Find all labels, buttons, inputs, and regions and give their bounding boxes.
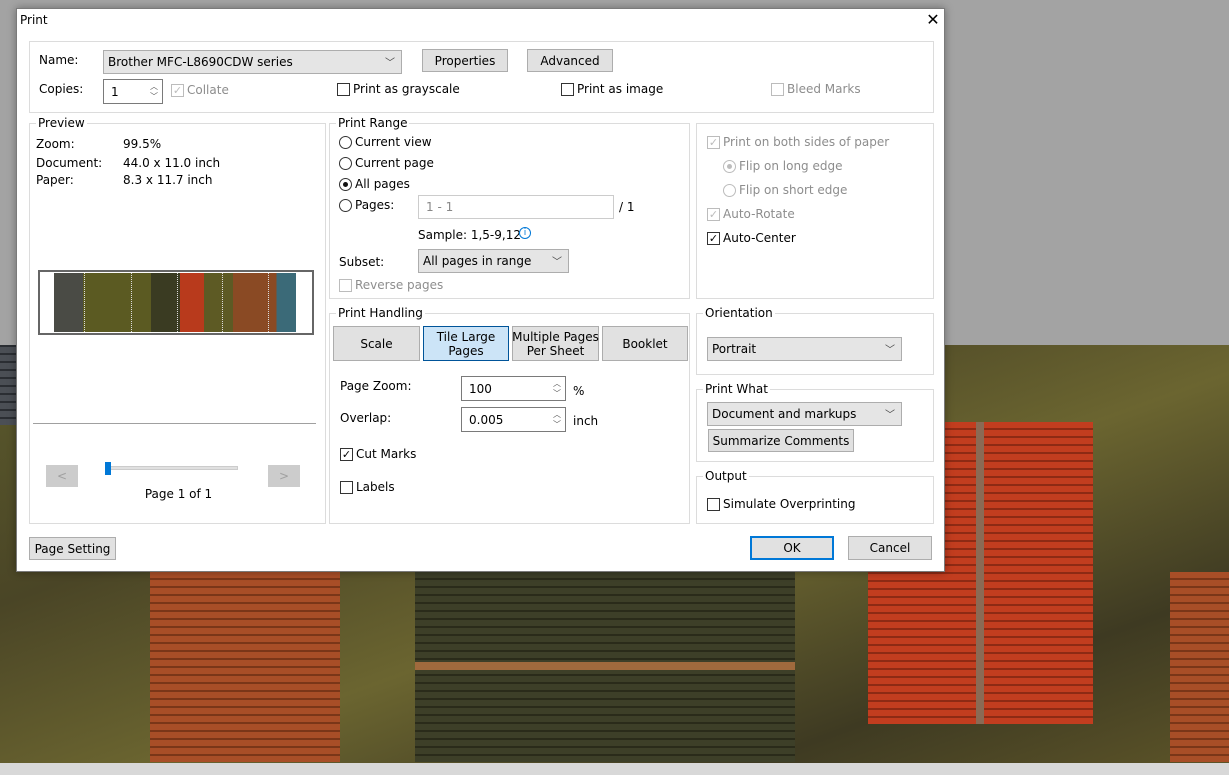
chevron-down-icon: ﹀ [885,341,895,356]
printer-value: Brother MFC-L8690CDW series [108,55,293,69]
print-what-group: Print What Document and markups﹀ Summari… [696,389,934,462]
prev-page-button[interactable]: < [46,465,78,487]
copies-label: Copies: [39,82,83,96]
print-range-group: Print Range Current view Current page Al… [329,123,690,299]
print-handling-legend: Print Handling [336,306,425,320]
output-legend: Output [703,469,749,483]
status-bar [0,763,1229,775]
background-roof [150,572,340,762]
name-label: Name: [39,53,78,67]
chevron-down-icon: ﹀ [552,253,562,268]
spin-arrows-icon[interactable]: ︿﹀ [148,81,160,102]
spin-arrows-icon[interactable]: ︿﹀ [551,378,563,399]
orientation-group: Orientation Portrait﹀ [696,313,934,375]
grayscale-checkbox[interactable]: Print as grayscale [337,82,460,96]
properties-button[interactable]: Properties [422,49,508,72]
overlap-stepper[interactable]: 0.005︿﹀ [461,407,566,432]
cancel-button[interactable]: Cancel [848,536,932,560]
both-sides-checkbox[interactable]: ✓Print on both sides of paper [707,135,889,149]
zoom-value: 99.5% [123,137,161,151]
tab-scale[interactable]: Scale [333,326,420,361]
document-label: Document: [36,156,102,170]
overlap-unit: inch [573,414,598,428]
auto-rotate-checkbox[interactable]: ✓Auto-Rotate [707,207,795,221]
cut-marks-checkbox[interactable]: ✓Cut Marks [340,447,416,461]
output-group: Output Simulate Overprinting [696,476,934,524]
preview-legend: Preview [36,116,87,130]
next-page-button[interactable]: > [268,465,300,487]
copies-stepper[interactable]: 1 ︿﹀ [103,79,163,104]
subset-select[interactable]: All pages in range ﹀ [418,249,569,273]
divider [33,423,316,424]
tab-booklet[interactable]: Booklet [602,326,688,361]
printer-group: Name: Brother MFC-L8690CDW series ﹀ Prope… [29,41,934,113]
page-zoom-stepper[interactable]: 100︿﹀ [461,376,566,401]
page-indicator: Page 1 of 1 [30,487,327,501]
paper-value: 8.3 x 11.7 inch [123,173,213,187]
labels-checkbox[interactable]: Labels [340,480,395,494]
chevron-down-icon: ﹀ [385,54,395,69]
orientation-select[interactable]: Portrait﹀ [707,337,902,361]
subset-label: Subset: [339,255,384,269]
slider-thumb[interactable] [105,462,111,475]
simulate-overprinting-checkbox[interactable]: Simulate Overprinting [707,497,855,511]
overlap-label: Overlap: [340,411,391,425]
summarize-comments-button[interactable]: Summarize Comments [708,429,854,452]
page-zoom-label: Page Zoom: [340,379,412,393]
pages-input[interactable]: 1 - 1 [418,195,614,219]
paper-label: Paper: [36,173,74,187]
sample-text: Sample: 1,5-9,12 [418,228,521,242]
auto-center-checkbox[interactable]: ✓Auto-Center [707,231,796,245]
close-icon[interactable]: ✕ [922,10,944,30]
printer-select[interactable]: Brother MFC-L8690CDW series ﹀ [103,50,402,74]
preview-thumbnail [38,270,314,335]
document-value: 44.0 x 11.0 inch [123,156,220,170]
radio-current-view[interactable]: Current view [339,135,432,149]
radio-short-edge[interactable]: Flip on short edge [723,183,847,197]
background-roof [1170,572,1229,762]
reverse-pages-checkbox[interactable]: Reverse pages [339,278,443,292]
pages-total: / 1 [619,200,635,214]
duplex-group: ✓Print on both sides of paper Flip on lo… [696,123,934,299]
print-as-image-checkbox[interactable]: Print as image [561,82,663,96]
print-what-select[interactable]: Document and markups﹀ [707,402,902,426]
tab-tile-large-pages[interactable]: Tile Large Pages [423,326,509,361]
print-dialog: Print ✕ Name: Brother MFC-L8690CDW serie… [16,8,945,572]
bleed-marks-checkbox[interactable]: Bleed Marks [771,82,861,96]
advanced-button[interactable]: Advanced [527,49,613,72]
radio-long-edge[interactable]: Flip on long edge [723,159,842,173]
print-what-legend: Print What [703,382,770,396]
radio-current-page[interactable]: Current page [339,156,434,170]
tab-multiple-pages[interactable]: Multiple Pages Per Sheet [512,326,599,361]
page-zoom-unit: % [573,384,584,398]
spin-arrows-icon[interactable]: ︿﹀ [551,409,563,430]
ok-button[interactable]: OK [750,536,834,560]
radio-all-pages[interactable]: All pages [339,177,410,191]
radio-pages[interactable]: Pages: [339,198,394,212]
subset-value: All pages in range [423,254,531,268]
collate-checkbox[interactable]: ✓Collate [171,83,229,97]
print-handling-group: Print Handling Scale Tile Large Pages Mu… [329,313,690,524]
background-roof [415,572,795,762]
chevron-down-icon: ﹀ [885,406,895,421]
background-roof [0,345,16,425]
dialog-title: Print [20,13,48,27]
info-icon[interactable]: i [519,227,531,239]
page-slider[interactable] [105,466,238,470]
zoom-label: Zoom: [36,137,75,151]
print-range-legend: Print Range [336,116,409,130]
page-setting-button[interactable]: Page Setting [29,537,116,560]
orientation-legend: Orientation [703,306,775,320]
copies-value: 1 [111,85,119,99]
